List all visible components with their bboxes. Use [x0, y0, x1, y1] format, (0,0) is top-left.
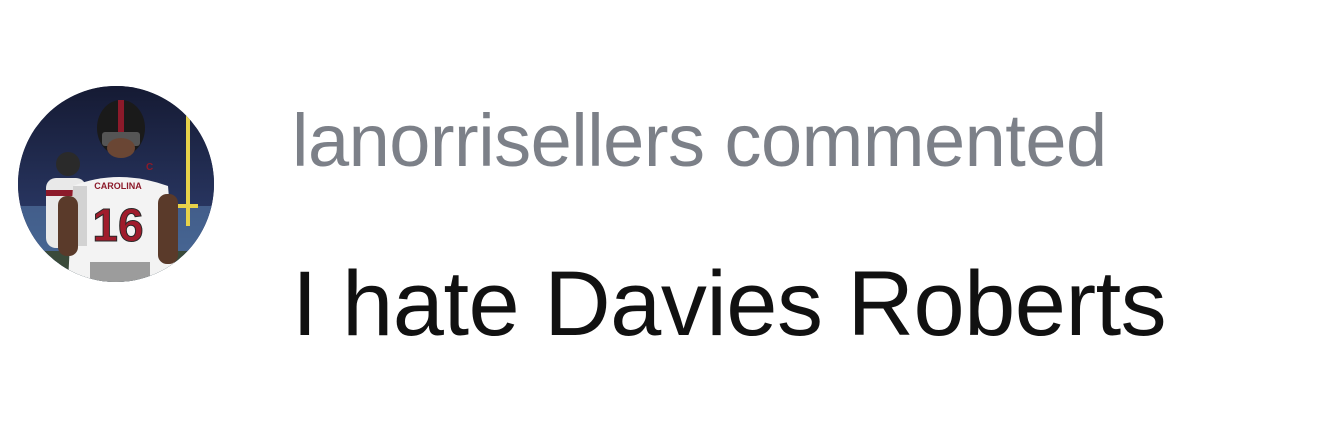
jersey-text: CAROLINA [94, 181, 142, 191]
action-text: commented [724, 99, 1108, 182]
jersey-number: 16 [92, 199, 143, 251]
comment-text: I hate Davies Roberts [292, 253, 1167, 355]
captain-patch: C [146, 162, 153, 173]
username[interactable]: lanorrisellers [292, 99, 705, 182]
avatar-photo-icon: CAROLINA 16 C [18, 86, 214, 282]
avatar[interactable]: CAROLINA 16 C [18, 86, 214, 282]
comment-header: lanorrisellers commented [292, 96, 1107, 186]
comment-notification: CAROLINA 16 C lanorrisellers commented I… [0, 0, 1322, 440]
